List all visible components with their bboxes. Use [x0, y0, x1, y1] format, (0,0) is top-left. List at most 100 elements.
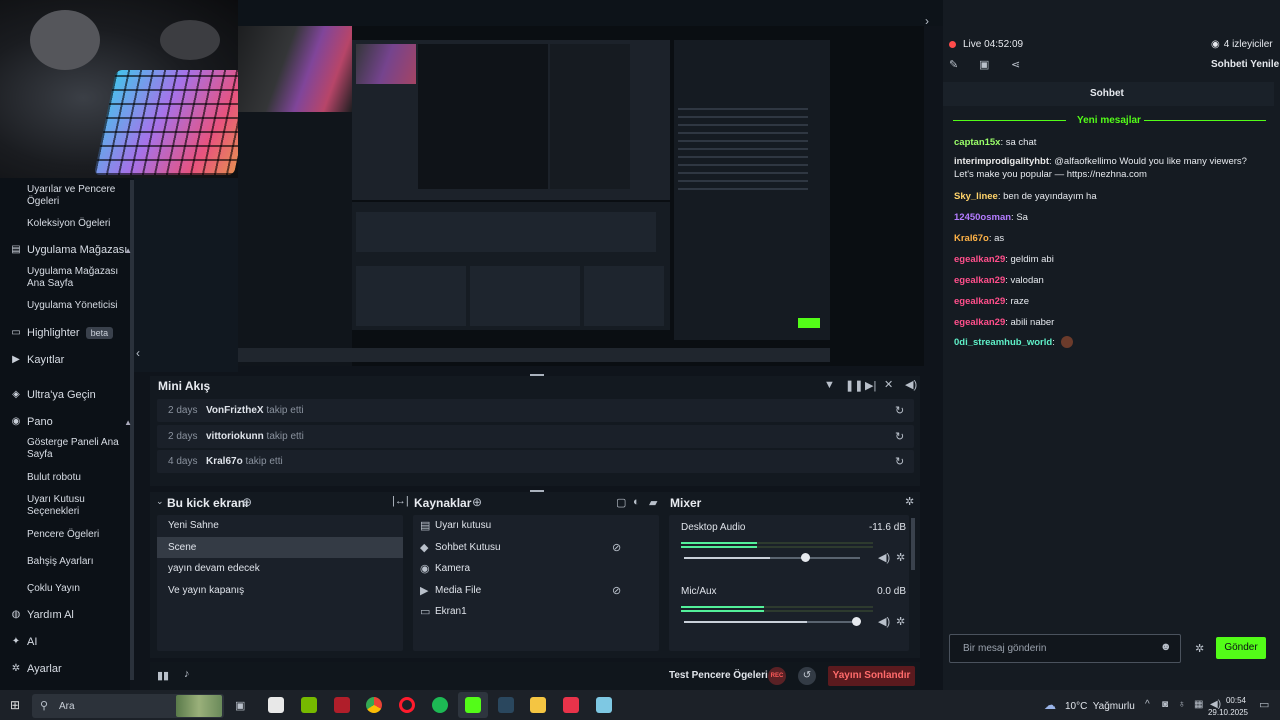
sidebar-item[interactable]: ✦ AI: [10, 636, 140, 648]
chat-username[interactable]: egealkan29: [954, 317, 1005, 328]
steam-icon[interactable]: [498, 697, 514, 713]
stats-icon[interactable]: ▮▮: [157, 669, 169, 682]
sidebar-item[interactable]: ▤ Uygulama Mağazası ▲: [10, 244, 140, 256]
send-button[interactable]: Gönder: [1216, 637, 1266, 659]
rec-button[interactable]: REC: [768, 667, 786, 685]
chat-username[interactable]: 12450osman: [954, 212, 1011, 223]
mute-alerts-icon[interactable]: ✕: [884, 378, 893, 391]
replay-icon[interactable]: ↻: [895, 430, 904, 443]
mic-icon[interactable]: ♁: [1178, 699, 1186, 710]
pause-icon[interactable]: ❚❚: [845, 379, 863, 392]
chat-username[interactable]: egealkan29: [954, 296, 1005, 307]
sidebar-item[interactable]: Bulut robotu: [27, 472, 127, 484]
source-label[interactable]: Sohbet Kutusu: [435, 542, 501, 553]
chat-username[interactable]: egealkan29: [954, 254, 1005, 265]
chat-message: egealkan29: raze: [954, 295, 1264, 308]
chrome-icon[interactable]: [366, 697, 382, 713]
store-icon[interactable]: [268, 697, 284, 713]
add-source-icon[interactable]: ⊕: [472, 495, 482, 509]
sidebar-item[interactable]: Bahşiş Ayarları: [27, 556, 127, 568]
replay-icon[interactable]: ↺: [798, 667, 816, 685]
emoji-icon[interactable]: ☻: [1160, 641, 1172, 653]
mixer-scrollbar[interactable]: [911, 518, 915, 570]
test-widgets-label[interactable]: Test Pencere Ögeleri: [669, 670, 768, 681]
share-icon[interactable]: ⋖: [1011, 58, 1020, 71]
source-label[interactable]: Media File: [435, 585, 481, 596]
mixer-settings-icon[interactable]: ✲: [905, 495, 914, 508]
sidebar-item[interactable]: ◍ Yardım Al: [10, 609, 140, 621]
chat-username[interactable]: Kral67o: [954, 233, 989, 244]
chat-username[interactable]: egealkan29: [954, 275, 1005, 286]
chat-username[interactable]: 0di_streamhub_world: [954, 337, 1052, 348]
sidebar-item[interactable]: ◉ Pano ▲: [10, 416, 140, 428]
chevron-up-icon[interactable]: ^: [1145, 699, 1150, 710]
sidebar-item[interactable]: ✲ Ayarlar: [10, 663, 140, 675]
chat-text: : ben de yayındayım ha: [997, 191, 1097, 202]
sidebar-item[interactable]: ▭ Highlighter beta: [10, 327, 140, 339]
source-label[interactable]: Uyarı kutusu: [435, 520, 491, 531]
end-stream-button[interactable]: Yayını Sonlandır: [828, 666, 915, 686]
clock-date[interactable]: 29.10.2025: [1206, 708, 1248, 717]
folder-icon[interactable]: [530, 697, 546, 713]
weather-text[interactable]: 10°C Yağmurlu: [1065, 701, 1135, 712]
edit-icon[interactable]: ✎: [949, 58, 958, 71]
ai-icon: ✦: [11, 636, 21, 647]
gear-icon[interactable]: ✲: [896, 551, 905, 564]
chat-box-icon: ◆: [420, 541, 429, 554]
sources-list: [413, 515, 659, 651]
skip-icon[interactable]: ▶|: [865, 379, 876, 392]
notifications-icon[interactable]: ▭: [1259, 698, 1269, 711]
folder-icon[interactable]: ▰: [649, 496, 657, 509]
sidebar-item[interactable]: Koleksiyon Ögeleri: [27, 218, 127, 230]
chat-username[interactable]: interimprodigalityhbt: [954, 156, 1049, 167]
gear-icon[interactable]: ✲: [896, 615, 905, 628]
sidebar-item[interactable]: ◈ Ultra'ya Geçin: [10, 389, 140, 401]
network-icon[interactable]: ▦: [1194, 699, 1203, 710]
opera-icon[interactable]: [399, 697, 415, 713]
windows-start-icon[interactable]: ⊞: [10, 698, 20, 712]
sidebar-item[interactable]: Uyarılar ve Pencere Ögeleri: [27, 184, 127, 208]
filter-icon[interactable]: ▼: [824, 379, 835, 391]
window-icon[interactable]: ▢: [616, 496, 626, 509]
source-label[interactable]: Kamera: [435, 563, 470, 574]
chat-username[interactable]: Sky_linee: [954, 191, 998, 202]
replay-icon[interactable]: ↻: [895, 404, 904, 417]
chevron-up-icon[interactable]: ▲: [124, 246, 132, 255]
stream-preview[interactable]: [238, 26, 924, 366]
clock-time[interactable]: 00:54: [1220, 696, 1246, 705]
chat-username[interactable]: captan15x: [954, 137, 1000, 148]
popout-icon[interactable]: ▣: [979, 58, 989, 71]
notification-icon[interactable]: ♪: [184, 668, 190, 680]
app-icon[interactable]: [596, 697, 612, 713]
volume-icon[interactable]: ◀): [905, 378, 917, 391]
transition-icon[interactable]: |↔|: [392, 495, 409, 507]
sidebar-item[interactable]: Pencere Ögeleri: [27, 529, 127, 541]
hidden-eye-icon[interactable]: ⊘: [612, 584, 621, 597]
nvidia-icon[interactable]: [301, 697, 317, 713]
hidden-eye-icon[interactable]: ⊘: [612, 541, 621, 554]
speaker-icon[interactable]: ◀): [878, 551, 890, 564]
sidebar-item[interactable]: Çoklu Yayın: [27, 583, 127, 595]
volume-slider-thumb[interactable]: [800, 553, 810, 562]
source-label[interactable]: Ekran1: [435, 606, 467, 617]
eye-icon[interactable]: ◐: [633, 496, 640, 508]
streamlabs-icon[interactable]: [465, 697, 481, 713]
sidebar-item[interactable]: Uyarı Kutusu Seçenekleri: [27, 494, 127, 518]
refresh-chat-button[interactable]: Sohbeti Yenile: [1211, 59, 1279, 70]
sidebar-item[interactable]: ▶ Kayıtlar: [10, 354, 140, 366]
collapse-icon[interactable]: ⌄: [156, 496, 164, 507]
chevron-right-icon[interactable]: ›: [925, 14, 929, 28]
speaker-icon[interactable]: ◀): [878, 615, 890, 628]
spotify-icon[interactable]: [432, 697, 448, 713]
replay-icon[interactable]: ↻: [895, 455, 904, 468]
camera-icon[interactable]: ◙: [1162, 699, 1168, 710]
add-scene-icon[interactable]: ⊕: [242, 495, 252, 509]
sidebar-item[interactable]: Uygulama Mağazası Ana Sayfa: [27, 266, 127, 290]
task-view-icon[interactable]: ▣: [235, 699, 245, 712]
sidebar-item[interactable]: Gösterge Paneli Ana Sayfa: [27, 437, 127, 461]
chevron-up-icon[interactable]: ▲: [124, 418, 132, 427]
chat-settings-icon[interactable]: ✲: [1195, 642, 1204, 655]
app-icon[interactable]: [563, 697, 579, 713]
sidebar-item[interactable]: Uygulama Yöneticisi: [27, 300, 127, 312]
app-icon[interactable]: [334, 697, 350, 713]
